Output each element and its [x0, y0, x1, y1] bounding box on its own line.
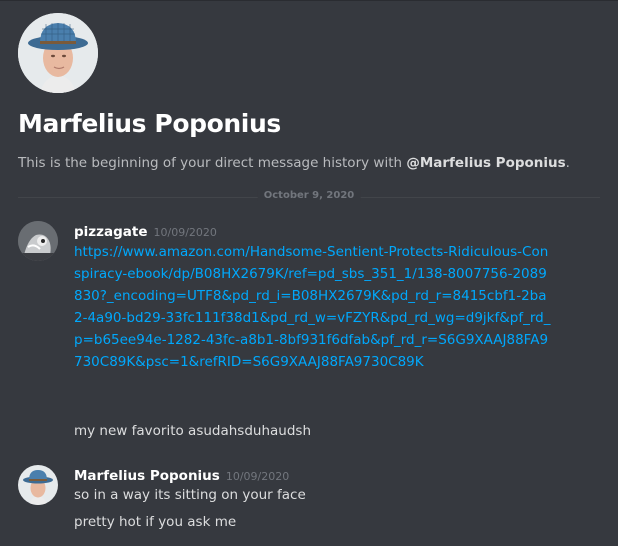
message-text: so in a way its sitting on your face — [74, 487, 306, 503]
avatar-icon — [18, 465, 58, 505]
message-author[interactable]: pizzagate — [74, 224, 148, 240]
avatar-icon — [18, 13, 98, 93]
dm-channel: Marfelius Poponius This is the beginning… — [0, 0, 618, 546]
message-text: pretty hot if you ask me — [74, 514, 237, 530]
message-header: pizzagate 10/09/2020 — [74, 221, 217, 240]
intro-text: This is the beginning of your direct mes… — [18, 155, 570, 171]
intro-prefix: This is the beginning of your direct mes… — [18, 155, 407, 171]
intro-suffix: . — [565, 155, 570, 171]
message-timestamp: 10/09/2020 — [153, 226, 217, 239]
message-text: my new favorito asudahsduhaudsh — [74, 423, 312, 439]
message-timestamp: 10/09/2020 — [225, 470, 290, 483]
profile-avatar[interactable] — [18, 13, 98, 93]
message-link[interactable]: https://www.amazon.com/Handsome-Sentient… — [74, 241, 552, 373]
marfelius-avatar[interactable] — [18, 465, 58, 505]
profile-name: Marfelius Poponius — [18, 109, 281, 138]
message-author[interactable]: Marfelius Poponius — [74, 468, 220, 484]
intro-mention[interactable]: @Marfelius Poponius — [406, 155, 565, 171]
avatar-icon — [18, 221, 58, 261]
date-divider-label: October 9, 2020 — [257, 190, 361, 201]
pizzagate-avatar[interactable] — [18, 221, 58, 261]
message-header: Marfelius Poponius 10/09/2020 — [74, 465, 289, 484]
date-divider: October 9, 2020 — [18, 190, 600, 201]
